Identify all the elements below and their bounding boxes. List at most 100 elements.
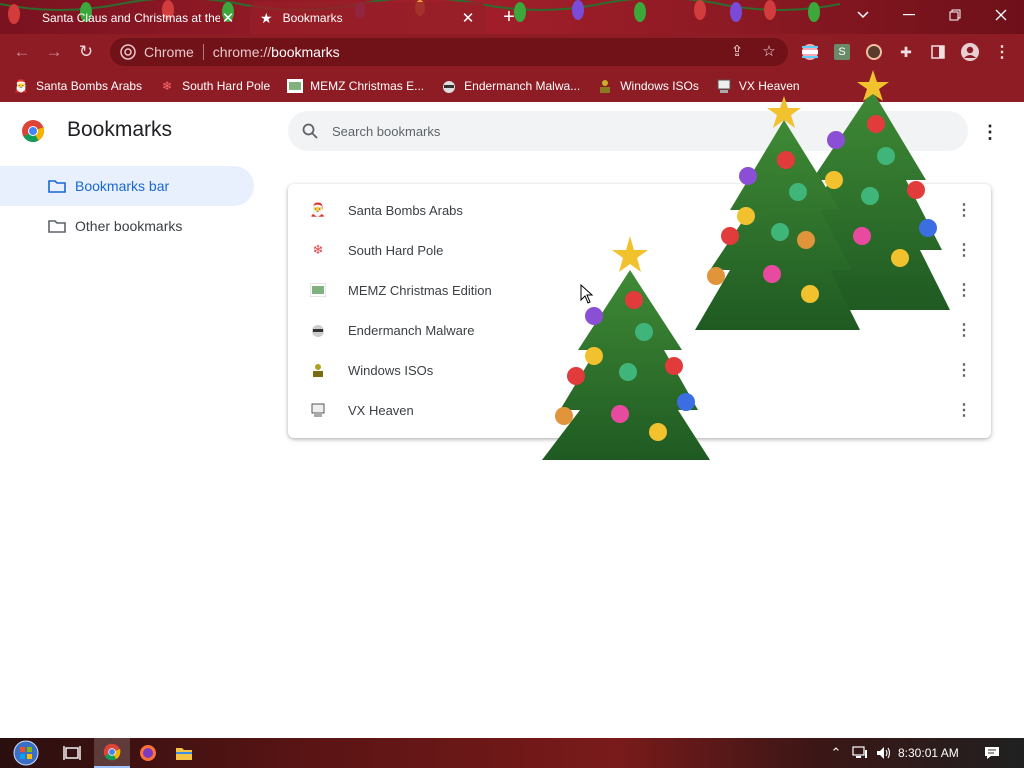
- bookmark-row[interactable]: MEMZ Christmas Edition ⋮: [288, 270, 991, 310]
- close-window-button[interactable]: [979, 0, 1023, 30]
- minimize-button[interactable]: [887, 0, 931, 30]
- arrow-left-icon: ←: [13, 42, 31, 61]
- taskbar-chrome[interactable]: [94, 738, 130, 768]
- bookmark-label: VX Heaven: [348, 402, 414, 418]
- bookmarks-bar-label: MEMZ Christmas E...: [310, 79, 425, 93]
- forward-button[interactable]: →: [42, 40, 66, 64]
- close-tab-icon[interactable]: ✕: [220, 10, 236, 27]
- bookmarks-bar-item[interactable]: 🎅 Santa Bombs Arabs: [12, 78, 143, 94]
- organize-menu-button[interactable]: ⋮: [978, 120, 1002, 144]
- taskbar-file-explorer[interactable]: [166, 738, 202, 768]
- tab-search-button[interactable]: [841, 0, 885, 30]
- bookmark-row[interactable]: Windows ISOs ⋮: [288, 350, 991, 390]
- s-extension-icon: S: [834, 44, 850, 60]
- person-icon: [309, 361, 327, 379]
- santa-icon: 🎅: [309, 202, 327, 217]
- profile-icon: [961, 43, 979, 61]
- extension-flag-button[interactable]: [800, 42, 820, 62]
- tab-bookmarks[interactable]: ★ Bookmarks ✕: [250, 2, 486, 34]
- bookmarks-bar-label: Endermanch Malwa...: [464, 79, 581, 93]
- file-explorer-icon: [176, 748, 192, 760]
- bookmarks-bar: 🎅 Santa Bombs Arabs ❄ South Hard Pole ME…: [0, 70, 1024, 102]
- folder-icon: [48, 220, 66, 233]
- search-input[interactable]: [332, 123, 832, 139]
- restore-button[interactable]: [933, 0, 977, 30]
- title-bar: Santa Claus and Christmas at the ✕ ★ Boo…: [0, 0, 1024, 34]
- flag-icon: [802, 44, 818, 60]
- snowflake-icon: ❄: [312, 242, 324, 257]
- close-tab-icon[interactable]: ✕: [460, 10, 476, 27]
- clock[interactable]: 8:30:01 AM: [898, 746, 959, 760]
- raccoon-icon: [440, 78, 458, 94]
- sidebar-item-bookmarks-bar[interactable]: Bookmarks bar: [0, 166, 254, 206]
- new-tab-button[interactable]: +: [498, 6, 520, 28]
- puzzle-icon: ✚: [900, 43, 912, 60]
- extension-avatar-button[interactable]: [864, 42, 884, 62]
- share-icon: ⇪: [730, 43, 744, 60]
- computer-icon: [715, 78, 733, 94]
- snowflake-icon: ❄: [162, 79, 173, 93]
- search-bookmarks-field[interactable]: [288, 111, 968, 151]
- sidebar-item-label: Bookmarks bar: [75, 178, 170, 194]
- more-vert-icon[interactable]: ⋮: [952, 198, 976, 222]
- share-button[interactable]: ⇪: [726, 40, 748, 62]
- more-vert-icon[interactable]: ⋮: [952, 278, 976, 302]
- bookmarks-bar-item[interactable]: MEMZ Christmas E...: [286, 78, 424, 94]
- more-vert-icon[interactable]: ⋮: [952, 358, 976, 382]
- task-view-button[interactable]: [54, 738, 90, 768]
- show-hidden-icons-button[interactable]: ⌃: [826, 743, 846, 763]
- network-button[interactable]: [850, 743, 870, 763]
- profile-button[interactable]: [960, 42, 980, 62]
- bookmark-star-button[interactable]: ☆: [758, 40, 780, 62]
- sidebar-item-other-bookmarks[interactable]: Other bookmarks: [0, 206, 254, 246]
- bookmarks-bar-item[interactable]: VX Heaven: [715, 78, 800, 94]
- chevron-up-icon: ⌃: [830, 745, 842, 760]
- tab-title: Santa Claus and Christmas at the: [42, 11, 220, 25]
- chrome-logo-icon: [22, 120, 44, 142]
- bookmark-list: 🎅 Santa Bombs Arabs ⋮ ❄ South Hard Pole …: [288, 184, 991, 438]
- more-vert-icon: ⋮: [994, 44, 1010, 61]
- computer-icon: [309, 401, 327, 419]
- memz-icon: [309, 281, 327, 299]
- raccoon-icon: [309, 321, 327, 339]
- separator: [202, 44, 204, 60]
- reload-button[interactable]: ↻: [74, 40, 98, 64]
- bookmarks-bar-item[interactable]: ❄ South Hard Pole: [158, 78, 270, 94]
- mouse-cursor-icon: [580, 284, 594, 304]
- bookmarks-bar-label: Windows ISOs: [620, 79, 699, 93]
- folder-icon: [48, 180, 66, 193]
- more-vert-icon[interactable]: ⋮: [952, 238, 976, 262]
- bookmark-row[interactable]: VX Heaven ⋮: [288, 390, 991, 430]
- bookmark-row[interactable]: Endermanch Malware ⋮: [288, 310, 991, 350]
- tab-title: Bookmarks: [282, 11, 343, 25]
- chrome-menu-button[interactable]: ⋮: [992, 42, 1012, 62]
- toolbar: ← → ↻ Chrome chrome://bookmarks ⇪ ☆ S ✚ …: [0, 34, 1024, 70]
- taskbar-firefox[interactable]: [130, 738, 166, 768]
- star-outline-icon: ☆: [762, 43, 776, 60]
- tab-santa-claus[interactable]: Santa Claus and Christmas at the ✕: [2, 2, 246, 34]
- more-vert-icon[interactable]: ⋮: [952, 318, 976, 342]
- bookmarks-bar-label: South Hard Pole: [182, 79, 271, 93]
- bookmarks-bar-item[interactable]: Endermanch Malwa...: [440, 78, 580, 94]
- star-icon: ★: [260, 9, 273, 26]
- arrow-right-icon: →: [45, 42, 63, 61]
- bookmark-row[interactable]: 🎅 Santa Bombs Arabs ⋮: [288, 190, 991, 230]
- bookmarks-bar-item[interactable]: Windows ISOs: [596, 78, 699, 94]
- notification-icon: [985, 747, 999, 759]
- network-icon: [852, 746, 867, 758]
- address-bar[interactable]: Chrome chrome://bookmarks: [110, 38, 788, 66]
- extensions-button[interactable]: ✚: [896, 42, 916, 62]
- bookmark-row[interactable]: ❄ South Hard Pole ⋮: [288, 230, 991, 270]
- volume-button[interactable]: [874, 743, 894, 763]
- side-panel-button[interactable]: [928, 42, 948, 62]
- close-icon: [995, 9, 1007, 21]
- bookmark-label: Windows ISOs: [348, 362, 434, 378]
- extension-s-button[interactable]: S: [832, 42, 852, 62]
- more-vert-icon[interactable]: ⋮: [952, 398, 976, 422]
- notifications-button[interactable]: [982, 743, 1002, 763]
- bookmarks-bar-label: VX Heaven: [738, 79, 800, 93]
- start-button[interactable]: [6, 738, 46, 768]
- sidebar-item-label: Other bookmarks: [75, 218, 183, 234]
- chevron-down-icon: [857, 11, 869, 19]
- back-button[interactable]: ←: [10, 40, 34, 64]
